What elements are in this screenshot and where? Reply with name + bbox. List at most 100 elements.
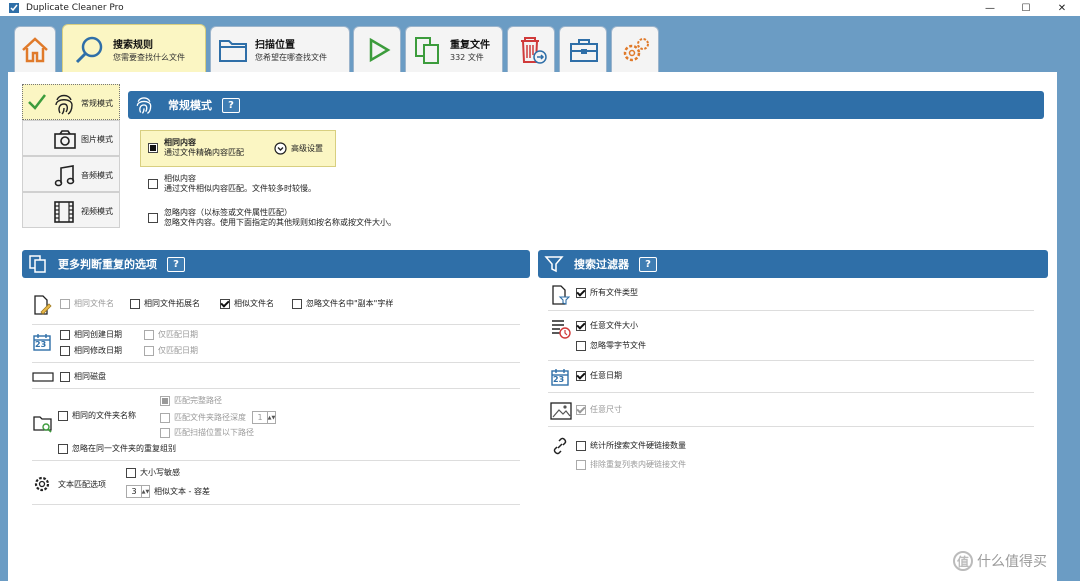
- mode-image-button[interactable]: 图片模式: [22, 120, 120, 156]
- close-button[interactable]: ✕: [1044, 0, 1080, 16]
- count-hardlinks-checkbox[interactable]: [576, 441, 586, 451]
- divider: [32, 504, 520, 505]
- mode-image-label: 图片模式: [81, 135, 113, 144]
- ignore-copy-option[interactable]: 忽略文件名中"副本"字样: [292, 299, 393, 309]
- tab-scan-location-title: 扫描位置: [255, 40, 295, 51]
- similar-content-radio[interactable]: [148, 179, 158, 189]
- app-logo-icon: [9, 3, 19, 13]
- case-sensitive-checkbox[interactable]: [126, 468, 136, 478]
- count-hardlinks-option[interactable]: 统计所搜索文件硬链接数量: [576, 441, 686, 451]
- tolerance-stepper[interactable]: 3 ▲▼: [126, 485, 150, 498]
- mode-general-button[interactable]: 常规模式: [22, 84, 120, 120]
- gear-icon: [34, 476, 50, 492]
- divider: [32, 460, 520, 461]
- divider: [548, 426, 1034, 427]
- same-extension-checkbox[interactable]: [130, 299, 140, 309]
- all-file-types-checkbox[interactable]: [576, 288, 586, 298]
- check-icon: [28, 94, 46, 110]
- same-created-date-checkbox[interactable]: [60, 330, 70, 340]
- file-size-icon: [552, 320, 571, 339]
- same-extension-option[interactable]: 相同文件拓展名: [130, 299, 200, 309]
- tab-scan-location[interactable]: 扫描位置 您希望在哪查找文件: [210, 26, 350, 72]
- ignore-same-folder-option[interactable]: 忽略在同一文件夹的重复组别: [58, 444, 176, 454]
- same-filename-checkbox[interactable]: [60, 299, 70, 309]
- any-dimension-checkbox[interactable]: [576, 405, 586, 415]
- tab-duplicates[interactable]: 重复文件 332 文件: [405, 26, 503, 72]
- general-mode-help-button[interactable]: ?: [222, 97, 240, 113]
- exclude-hardlinks-option[interactable]: 排除重复列表内硬链接文件: [576, 460, 686, 470]
- ignore-copy-label: 忽略文件名中"副本"字样: [306, 299, 394, 308]
- created-date-only-checkbox[interactable]: [144, 330, 154, 340]
- any-file-size-checkbox[interactable]: [576, 321, 586, 331]
- same-folder-name-checkbox[interactable]: [58, 411, 68, 421]
- tab-duplicates-title: 重复文件: [450, 40, 490, 51]
- tab-tools[interactable]: [559, 26, 607, 72]
- any-date-option[interactable]: 任意日期: [576, 371, 622, 381]
- tab-home[interactable]: [14, 26, 56, 72]
- ignore-same-folder-checkbox[interactable]: [58, 444, 68, 454]
- advanced-settings-button[interactable]: 高级设置: [274, 142, 323, 155]
- similar-content-title: 相似内容: [164, 174, 196, 183]
- all-file-types-option[interactable]: 所有文件类型: [576, 288, 638, 298]
- stepper-arrows-icon[interactable]: ▲▼: [267, 412, 275, 423]
- fingerprint-icon: [136, 97, 152, 114]
- any-date-checkbox[interactable]: [576, 371, 586, 381]
- same-modified-date-checkbox[interactable]: [60, 346, 70, 356]
- music-note-icon: [54, 165, 75, 187]
- minimize-button[interactable]: —: [972, 0, 1008, 16]
- modified-date-only-checkbox[interactable]: [144, 346, 154, 356]
- site-watermark: 值 什么值得买: [953, 551, 1047, 571]
- stepper-arrows-icon[interactable]: ▲▼: [141, 486, 149, 497]
- modified-date-only-option[interactable]: 仅匹配日期: [144, 346, 198, 356]
- mode-audio-button[interactable]: 音频模式: [22, 156, 120, 192]
- same-modified-date-option[interactable]: 相同修改日期: [60, 346, 122, 356]
- any-file-size-option[interactable]: 任意文件大小: [576, 321, 638, 331]
- divider: [548, 310, 1034, 311]
- ignore-content-radio[interactable]: [148, 213, 158, 223]
- same-disk-checkbox[interactable]: [60, 372, 70, 382]
- ignore-copy-checkbox[interactable]: [292, 299, 302, 309]
- toolbox-icon: [570, 38, 598, 62]
- tab-remove[interactable]: [507, 26, 555, 72]
- ignore-zero-byte-checkbox[interactable]: [576, 341, 586, 351]
- tab-start-scan[interactable]: [353, 26, 401, 72]
- similar-filename-option[interactable]: 相似文件名: [220, 299, 274, 309]
- case-sensitive-option[interactable]: 大小写敏感: [126, 468, 180, 478]
- same-disk-option[interactable]: 相同磁盘: [60, 372, 106, 382]
- ignore-content-row[interactable]: 忽略内容（以标签或文件属性匹配） 忽略文件内容。使用下面指定的其他规则如按名称或…: [148, 208, 396, 228]
- created-date-only-label: 仅匹配日期: [158, 330, 198, 339]
- link-icon: [553, 437, 567, 455]
- more-options-help-button[interactable]: ?: [167, 256, 185, 272]
- match-full-path-option[interactable]: 匹配完整路径: [160, 396, 222, 406]
- tab-duplicates-count: 332 文件: [450, 53, 484, 62]
- similar-text-tolerance-option[interactable]: 3 ▲▼ 相似文本 - 容差: [126, 485, 210, 498]
- tab-search-rules[interactable]: 搜索规则 您需要查找什么文件: [62, 24, 206, 74]
- same-content-row[interactable]: 相同内容 通过文件精确内容匹配: [148, 138, 244, 158]
- any-dimension-option[interactable]: 任意尺寸: [576, 405, 622, 415]
- same-created-date-option[interactable]: 相同创建日期: [60, 330, 122, 340]
- maximize-button[interactable]: ☐: [1008, 0, 1044, 16]
- folder-depth-stepper[interactable]: 1 ▲▼: [252, 411, 276, 424]
- same-modified-date-label: 相同修改日期: [74, 346, 122, 355]
- same-folder-name-option[interactable]: 相同的文件夹名称: [58, 411, 136, 421]
- match-full-path-radio[interactable]: [160, 396, 170, 406]
- similar-content-row[interactable]: 相似内容 通过文件相似内容匹配。文件较多时较慢。: [148, 174, 316, 194]
- match-below-scan-option[interactable]: 匹配扫描位置以下路径: [160, 428, 254, 438]
- mode-video-button[interactable]: 视频模式: [22, 192, 120, 228]
- filters-help-button[interactable]: ?: [639, 256, 657, 272]
- same-content-radio[interactable]: [148, 143, 158, 153]
- tab-settings[interactable]: [611, 26, 659, 72]
- match-folder-depth-option[interactable]: 匹配文件夹路径深度 1 ▲▼: [160, 411, 276, 424]
- filters-title: 搜索过滤器: [574, 258, 629, 271]
- created-date-only-option[interactable]: 仅匹配日期: [144, 330, 198, 340]
- match-folder-depth-radio[interactable]: [160, 412, 170, 423]
- mode-audio-label: 音频模式: [81, 171, 113, 180]
- same-filename-option[interactable]: 相同文件名: [60, 299, 114, 309]
- file-edit-icon: [34, 295, 52, 315]
- ignore-zero-byte-label: 忽略零字节文件: [590, 341, 646, 350]
- exclude-hardlinks-checkbox[interactable]: [576, 460, 586, 470]
- match-below-scan-radio[interactable]: [160, 428, 170, 438]
- same-created-date-label: 相同创建日期: [74, 330, 122, 339]
- ignore-zero-byte-option[interactable]: 忽略零字节文件: [576, 341, 646, 351]
- similar-filename-checkbox[interactable]: [220, 299, 230, 309]
